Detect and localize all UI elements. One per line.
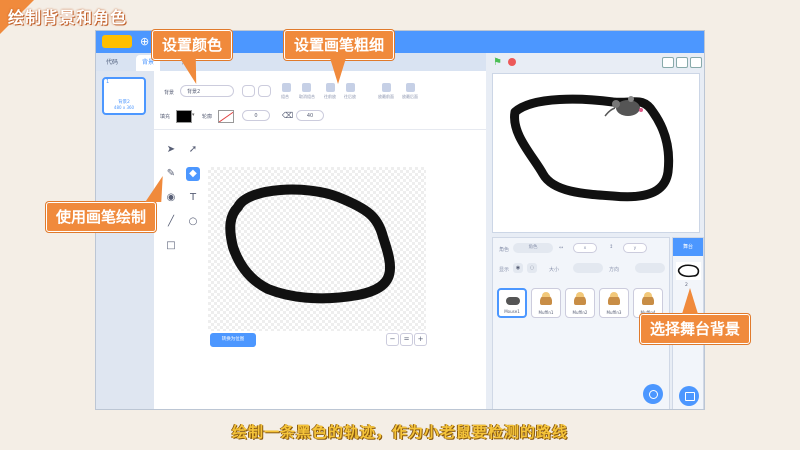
scratch-editor-window: ⊕ 代码 背景 声音 ⚑ 1 背景2 480 x 360 背景 背景2 组合 取… bbox=[95, 30, 705, 410]
fill-color-swatch[interactable] bbox=[176, 110, 192, 123]
muffin-icon bbox=[608, 292, 620, 305]
front-caption: 放最前面 bbox=[378, 94, 394, 99]
video-subtitle: 绘制一条黑色的轨迹，作为小老鼠要检测的路线 bbox=[231, 423, 568, 441]
large-stage-icon[interactable] bbox=[676, 57, 688, 68]
stage[interactable] bbox=[492, 73, 700, 233]
fill-tool-icon[interactable]: ◉ bbox=[164, 191, 178, 205]
direction-input[interactable] bbox=[635, 263, 665, 273]
front-icon[interactable] bbox=[382, 83, 391, 92]
ungroup-caption: 取消组合 bbox=[299, 94, 315, 99]
convert-to-bitmap-button[interactable]: 转换为位图 bbox=[210, 333, 256, 347]
black-track-drawing bbox=[225, 184, 396, 304]
add-sprite-icon[interactable] bbox=[643, 384, 663, 404]
sprite-tile-mouse[interactable]: Mouse1 bbox=[497, 288, 527, 318]
chevron-down-icon[interactable]: ▾ bbox=[192, 112, 195, 118]
y-arrows-icon: ↕ bbox=[609, 244, 614, 250]
muffin-icon bbox=[574, 292, 586, 305]
text-tool-icon[interactable]: T bbox=[186, 191, 200, 205]
fullscreen-icon[interactable] bbox=[690, 57, 702, 68]
eraser-tool-icon[interactable]: ◆ bbox=[186, 167, 200, 181]
back-icon[interactable] bbox=[406, 83, 415, 92]
size-input[interactable] bbox=[573, 263, 603, 273]
backdrop-preview bbox=[677, 264, 700, 278]
sprite-label: 角色 bbox=[499, 247, 510, 253]
video-title: 绘制背景和角色 bbox=[8, 8, 128, 27]
y-position-input[interactable]: y bbox=[623, 243, 647, 253]
backdrop-number: 1 bbox=[106, 79, 110, 85]
sprite-tile-muffin1[interactable]: Muffin1 bbox=[531, 288, 561, 318]
zoom-in-button[interactable]: + bbox=[414, 333, 427, 346]
show-label: 显示 bbox=[499, 267, 510, 273]
sprite-name: Muffin2 bbox=[572, 310, 588, 315]
callout-set-brush-width-pointer bbox=[330, 58, 346, 84]
rectangle-tool-icon[interactable]: □ bbox=[164, 239, 178, 253]
x-arrows-icon: ↔ bbox=[559, 245, 564, 251]
green-flag-icon[interactable]: ⚑ bbox=[493, 57, 502, 68]
toolbar-divider bbox=[154, 129, 486, 130]
choose-backdrop-icon[interactable] bbox=[679, 386, 699, 406]
callout-select-backdrop: 选择舞台背景 bbox=[640, 314, 751, 344]
muffin-icon bbox=[540, 292, 552, 305]
circle-tool-icon[interactable]: ○ bbox=[186, 215, 200, 229]
brush-size-input[interactable]: 40 bbox=[296, 110, 324, 121]
stage-backdrop-thumbnail[interactable] bbox=[676, 262, 701, 280]
sprite-name: Muffin3 bbox=[606, 310, 622, 315]
stop-icon[interactable] bbox=[508, 58, 516, 66]
ungroup-icon[interactable] bbox=[302, 83, 311, 92]
sprite-tile-muffin3[interactable]: Muffin3 bbox=[599, 288, 629, 318]
hide-eye-icon[interactable]: ◌ bbox=[527, 263, 537, 273]
sprite-tile-muffin2[interactable]: Muffin2 bbox=[565, 288, 595, 318]
muffin-icon bbox=[642, 292, 654, 305]
brush-size-icon: ⌫ bbox=[282, 111, 294, 120]
show-eye-icon[interactable]: ◉ bbox=[513, 263, 523, 273]
backdrop-list: 1 背景2 480 x 360 bbox=[96, 71, 154, 409]
callout-select-backdrop-pointer bbox=[682, 288, 698, 314]
select-tool-icon[interactable]: ➤ bbox=[164, 143, 178, 157]
fill-label: 填充 bbox=[160, 114, 171, 120]
backward-caption: 往后放 bbox=[344, 94, 356, 99]
paint-editor: 背景 背景2 组合 取消组合 往前放 往后放 放最前面 放最后面 填充 ▾ 轮廓… bbox=[154, 71, 486, 409]
backward-icon[interactable] bbox=[346, 83, 355, 92]
backdrop-size: 480 x 360 bbox=[113, 105, 135, 110]
forward-caption: 往前放 bbox=[324, 94, 336, 99]
sprite-name: Mouse1 bbox=[504, 309, 520, 314]
small-stage-icon[interactable] bbox=[662, 57, 674, 68]
forward-icon[interactable] bbox=[326, 83, 335, 92]
globe-icon[interactable]: ⊕ bbox=[140, 35, 149, 48]
outline-label: 轮廓 bbox=[202, 114, 213, 120]
flip-horizontal-button[interactable] bbox=[242, 85, 255, 97]
size-label: 大小 bbox=[549, 267, 560, 273]
callout-use-brush: 使用画笔绘制 bbox=[46, 202, 157, 232]
mouse-icon bbox=[506, 297, 520, 305]
outline-color-swatch[interactable] bbox=[218, 110, 234, 123]
tab-code[interactable]: 代码 bbox=[100, 55, 124, 71]
stage-panel-header: 舞台 bbox=[673, 238, 703, 256]
x-position-input[interactable]: x bbox=[573, 243, 597, 253]
group-icon[interactable] bbox=[282, 83, 291, 92]
direction-label: 方向 bbox=[609, 267, 620, 273]
stage-track-drawing bbox=[510, 94, 674, 202]
reshape-tool-icon[interactable]: ➚ bbox=[186, 143, 200, 157]
back-caption: 放最后面 bbox=[402, 94, 418, 99]
sprite-name-input[interactable]: 角色 bbox=[513, 243, 553, 253]
sprite-name: Muffin1 bbox=[538, 310, 554, 315]
line-tool-icon[interactable]: ╱ bbox=[164, 215, 178, 229]
zoom-reset-button[interactable]: = bbox=[400, 333, 413, 346]
flip-vertical-button[interactable] bbox=[258, 85, 271, 97]
backdrop-name-input[interactable]: 背景2 bbox=[180, 85, 234, 97]
scratch-logo[interactable] bbox=[102, 35, 132, 48]
group-caption: 组合 bbox=[281, 94, 289, 99]
zoom-out-button[interactable]: − bbox=[386, 333, 399, 346]
backdrop-thumbnail[interactable]: 1 背景2 480 x 360 bbox=[102, 77, 146, 115]
callout-set-color: 设置颜色 bbox=[152, 30, 233, 60]
outline-width-input[interactable]: 0 bbox=[242, 110, 270, 121]
drawing-canvas[interactable] bbox=[208, 167, 426, 331]
name-label: 背景 bbox=[164, 90, 175, 96]
callout-set-brush-width: 设置画笔粗细 bbox=[284, 30, 395, 60]
